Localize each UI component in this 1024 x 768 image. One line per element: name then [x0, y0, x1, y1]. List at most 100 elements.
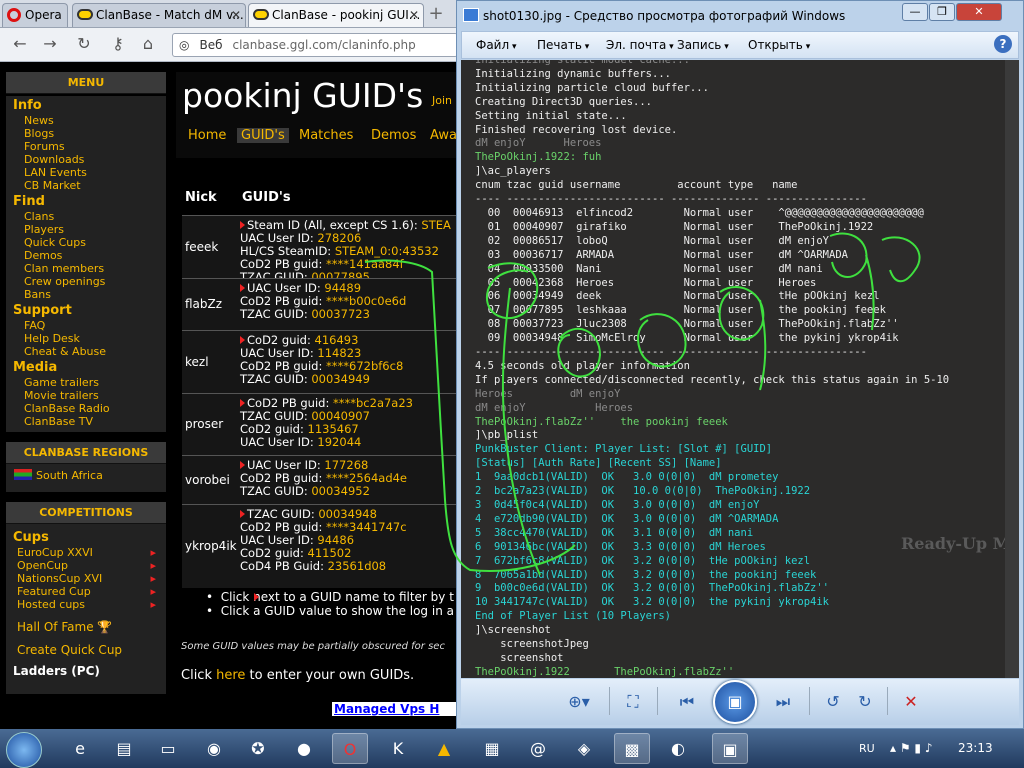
ie-icon[interactable]: e [62, 733, 98, 764]
filter-arrow-icon[interactable] [240, 461, 245, 469]
filter-arrow-icon[interactable] [240, 399, 245, 407]
guid-value[interactable]: STEA [421, 218, 450, 232]
tab-opera-menu[interactable]: Opera [2, 3, 68, 27]
app-icon[interactable]: ◈ [566, 733, 602, 764]
slideshow-button[interactable]: ▣ [713, 680, 757, 724]
next-icon[interactable]: ⏭ [771, 691, 795, 713]
menu-item-movie-trailers[interactable]: Movie trailers [6, 389, 166, 402]
nav-demos[interactable]: Demos [371, 128, 416, 143]
guid-value[interactable]: 1135467 [308, 422, 359, 436]
guid-value[interactable]: 114823 [317, 346, 361, 360]
home-icon[interactable]: ⌂ [138, 34, 158, 54]
app-icon[interactable]: ✪ [240, 733, 276, 764]
reload-icon[interactable]: ↻ [74, 34, 94, 54]
minimize-button[interactable]: — [902, 3, 928, 21]
guid-value[interactable]: 416493 [315, 333, 359, 347]
app-icon[interactable]: ◐ [660, 733, 696, 764]
media-icon[interactable]: ▤ [106, 733, 142, 764]
cup-eurocup[interactable]: EuroCup XXVI ▸ [6, 546, 166, 559]
key-icon[interactable]: ⚷ [108, 34, 128, 54]
guid-value[interactable]: 411502 [308, 546, 352, 560]
menu-item-game-trailers[interactable]: Game trailers [6, 376, 166, 389]
start-button[interactable] [6, 732, 42, 768]
new-tab-icon[interactable]: + [426, 4, 446, 24]
menu-item-help-desk[interactable]: Help Desk [6, 332, 166, 345]
close-button[interactable]: ✕ [956, 3, 1002, 21]
menu-item-downloads[interactable]: Downloads [6, 153, 166, 166]
here-link[interactable]: here [216, 668, 245, 683]
nav-guids[interactable]: GUID's [237, 128, 289, 143]
guid-value[interactable]: ****2564ad4e [326, 471, 407, 485]
menu-open[interactable]: Открыть [748, 38, 810, 52]
nav-awards[interactable]: Awa [430, 128, 457, 143]
close-tab-icon[interactable]: ✕ [409, 4, 419, 26]
actual-size-icon[interactable]: ⛶ [621, 691, 645, 713]
opera-taskbar-icon[interactable]: O [332, 733, 368, 764]
guid-value[interactable]: ****141aa84f [326, 257, 404, 271]
menu-item-quick-cups[interactable]: Quick Cups [6, 236, 166, 249]
guid-value[interactable]: ****bc2a7a23 [333, 396, 413, 410]
create-quick-cup-link[interactable]: Create Quick Cup [6, 644, 166, 657]
explorer-icon[interactable]: ▭ [150, 733, 186, 764]
app-icon[interactable]: K [380, 733, 416, 764]
filter-arrow-icon[interactable] [240, 510, 245, 518]
menu-item-clanbase-tv[interactable]: ClanBase TV [6, 415, 166, 428]
menu-item-players[interactable]: Players [6, 223, 166, 236]
forward-icon[interactable]: → [40, 34, 60, 54]
menu-item-blogs[interactable]: Blogs [6, 127, 166, 140]
filter-arrow-icon[interactable] [240, 221, 245, 229]
menu-print[interactable]: Печать [537, 38, 589, 52]
guid-value[interactable]: 00034952 [311, 484, 370, 498]
cup-nationscup[interactable]: NationsCup XVI ▸ [6, 572, 166, 585]
guid-value[interactable]: ****b00c0e6d [326, 294, 406, 308]
ad-banner[interactable]: Managed Vps H [332, 702, 458, 716]
close-tab-icon[interactable]: ✕ [231, 4, 241, 26]
tab-match[interactable]: ClanBase - Match dM v... ✕ [72, 3, 246, 27]
rotate-right-icon[interactable]: ↻ [853, 691, 877, 713]
maximize-button[interactable]: ❐ [929, 3, 955, 21]
guid-value[interactable]: ****3441747c [326, 520, 407, 534]
cup-hosted[interactable]: Hosted cups ▸ [6, 598, 166, 611]
menu-item-faq[interactable]: FAQ [6, 319, 166, 332]
app-icon[interactable]: ◉ [196, 733, 232, 764]
guid-value[interactable]: 00040907 [311, 409, 370, 423]
previous-icon[interactable]: ⏮ [675, 691, 699, 713]
language-indicator[interactable]: RU [859, 742, 875, 755]
clock[interactable]: 23:13 [958, 741, 993, 755]
rotate-left-icon[interactable]: ↺ [821, 691, 845, 713]
menu-email[interactable]: Эл. почта [606, 38, 674, 52]
tab-guids[interactable]: ClanBase - pookinj GUI... ✕ [248, 3, 424, 27]
tray-icons[interactable]: ▴ ⚑ ▮ ♪ [890, 741, 933, 755]
zoom-icon[interactable]: ⊕▾ [561, 691, 597, 713]
guid-value[interactable]: 192044 [317, 435, 361, 449]
cup-featured[interactable]: Featured Cup ▸ [6, 585, 166, 598]
guid-value[interactable]: STEAM_0:0:43532 [335, 244, 439, 258]
guid-value[interactable]: ****672bf6c8 [326, 359, 403, 373]
nav-matches[interactable]: Matches [299, 128, 353, 143]
guid-value[interactable]: 00034949 [311, 372, 370, 386]
menu-item-clanbase-radio[interactable]: ClanBase Radio [6, 402, 166, 415]
cup-opencup[interactable]: OpenCup ▸ [6, 559, 166, 572]
app-icon[interactable]: ● [286, 733, 322, 764]
guid-value[interactable]: 94489 [324, 281, 361, 295]
filter-arrow-icon[interactable] [240, 336, 245, 344]
guid-value[interactable]: 00034948 [318, 507, 377, 521]
help-icon[interactable]: ? [994, 35, 1012, 53]
menu-item-news[interactable]: News [6, 114, 166, 127]
join-link[interactable]: Join [432, 94, 452, 107]
menu-file[interactable]: Файл [476, 38, 517, 52]
hall-of-fame-link[interactable]: Hall Of Fame 🏆 [6, 621, 166, 634]
nav-home[interactable]: Home [188, 128, 226, 143]
delete-icon[interactable]: ✕ [899, 691, 923, 713]
back-icon[interactable]: ← [10, 34, 30, 54]
menu-item-clans[interactable]: Clans [6, 210, 166, 223]
menu-item-demos[interactable]: Demos [6, 249, 166, 262]
guid-value[interactable]: 278206 [317, 231, 361, 245]
photo-viewer-taskbar-icon[interactable]: ▣ [712, 733, 748, 764]
menu-item-cb-market[interactable]: CB Market [6, 179, 166, 192]
guid-value[interactable]: 177268 [324, 458, 368, 472]
guid-value[interactable]: 23561d08 [328, 559, 387, 573]
filter-arrow-icon[interactable] [240, 284, 245, 292]
menu-item-crew-openings[interactable]: Crew openings [6, 275, 166, 288]
game-icon[interactable]: ▩ [614, 733, 650, 764]
